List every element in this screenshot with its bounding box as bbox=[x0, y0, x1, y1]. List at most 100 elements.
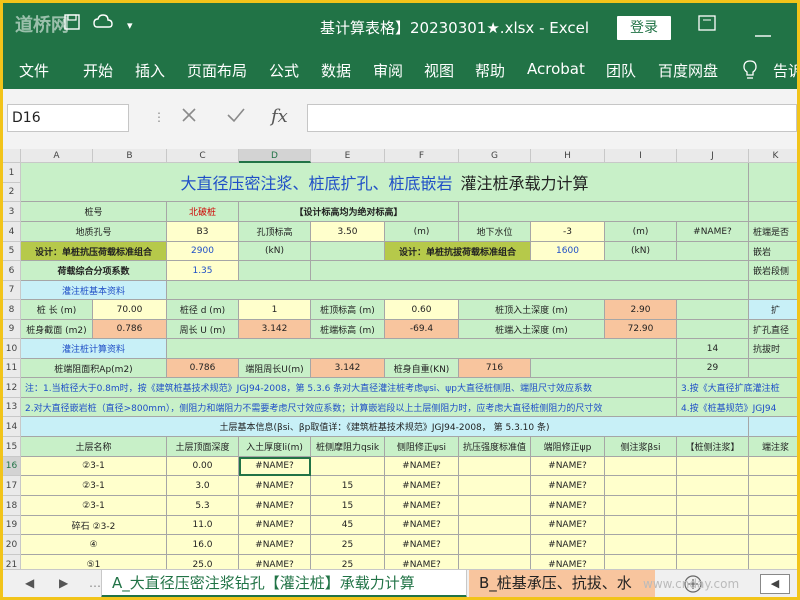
table-row-friction[interactable]: 45 bbox=[311, 516, 385, 535]
table-row-name[interactable]: ②3-1 bbox=[21, 496, 167, 516]
row-header-2[interactable]: 2 bbox=[3, 183, 21, 202]
cloud-sync-icon[interactable] bbox=[93, 13, 113, 35]
cell-pile-end-label[interactable]: 桩端标高 (m) bbox=[311, 320, 385, 339]
cell-row6-blank[interactable] bbox=[311, 261, 749, 281]
cell-pile-dia-value[interactable]: 1 bbox=[239, 300, 311, 320]
cell-j11[interactable]: 29 bbox=[677, 359, 749, 378]
menu-file[interactable]: 文件 bbox=[19, 60, 49, 81]
cell-pile-end-value[interactable]: -69.4 bbox=[385, 320, 459, 339]
cell-end-depth-label[interactable]: 桩端入土深度 (m) bbox=[459, 320, 605, 339]
column-header-c[interactable]: C bbox=[167, 149, 239, 163]
row-header-4[interactable]: 4 bbox=[3, 222, 21, 242]
cell-pile-top-value[interactable]: 0.60 bbox=[385, 300, 459, 320]
table-row-psi[interactable]: #NAME? bbox=[385, 496, 459, 516]
cell-basic-data-header[interactable]: 灌注桩基本资料 bbox=[21, 281, 167, 300]
tab-sheet-a[interactable]: A_大直径压密注浆钻孔【灌注桩】承载力计算 bbox=[101, 570, 467, 597]
table-header-3[interactable]: 桩侧摩阻力qsik bbox=[311, 437, 385, 457]
column-header-e[interactable]: E bbox=[311, 149, 385, 163]
table-header-2[interactable]: 入土厚度li(m) bbox=[239, 437, 311, 457]
table-row-psp[interactable]: #NAME? bbox=[531, 496, 605, 516]
cell-end-depth-value[interactable]: 72.90 bbox=[605, 320, 677, 339]
minimize-icon[interactable] bbox=[755, 23, 771, 42]
column-header-d[interactable]: D bbox=[239, 149, 311, 163]
table-row-psi[interactable]: #NAME? bbox=[385, 457, 459, 476]
cell-compression-label[interactable]: 设计：单桩抗压荷载标准组合 bbox=[21, 242, 167, 261]
cell-k14[interactable] bbox=[749, 417, 797, 437]
restore-icon[interactable] bbox=[698, 15, 716, 35]
cell-load-factor-label[interactable]: 荷载综合分项系数 bbox=[21, 261, 167, 281]
table-row-beta-si[interactable] bbox=[605, 555, 677, 569]
cell-tip-area-label[interactable]: 桩端阻面积Ap(m2) bbox=[21, 359, 167, 378]
table-row-friction[interactable]: 25 bbox=[311, 535, 385, 555]
cell-borehole-label[interactable]: 地质孔号 bbox=[21, 222, 167, 242]
cell-k4[interactable]: 桩端是否 bbox=[749, 222, 797, 242]
menu-baidu-netdisk[interactable]: 百度网盘 bbox=[658, 60, 718, 81]
table-row-depth[interactable]: 5.3 bbox=[167, 496, 239, 516]
table-row-friction[interactable] bbox=[311, 457, 385, 476]
row-header-12[interactable]: 12 bbox=[3, 378, 21, 398]
menu-data[interactable]: 数据 bbox=[321, 60, 351, 81]
lightbulb-icon[interactable] bbox=[741, 59, 759, 85]
table-row-depth[interactable]: 3.0 bbox=[167, 476, 239, 496]
row-header-10[interactable]: 10 bbox=[3, 339, 21, 359]
row-header-3[interactable]: 3 bbox=[3, 202, 21, 222]
login-button[interactable]: 登录 bbox=[617, 16, 671, 40]
table-row-depth[interactable]: 25.0 bbox=[167, 555, 239, 569]
table-row-beta-si[interactable] bbox=[605, 496, 677, 516]
select-all-corner[interactable] bbox=[3, 149, 21, 163]
selected-cell-d16[interactable]: #NAME? bbox=[239, 457, 311, 476]
menu-insert[interactable]: 插入 bbox=[135, 60, 165, 81]
cell-j5[interactable] bbox=[677, 242, 749, 261]
row-header-19[interactable]: 19 bbox=[3, 516, 21, 535]
sheet-title[interactable]: 大直径压密注浆、桩底扩孔、桩底嵌岩 灌注桩承载力计算 bbox=[21, 163, 749, 202]
cell-pile-length-value[interactable]: 70.00 bbox=[93, 300, 167, 320]
row-header-14[interactable]: 14 bbox=[3, 417, 21, 437]
cell-k7[interactable] bbox=[749, 281, 797, 300]
row-header-5[interactable]: 5 bbox=[3, 242, 21, 261]
cell-j10[interactable]: 14 bbox=[677, 339, 749, 359]
insert-function-button[interactable]: fx bbox=[271, 106, 288, 127]
cell-hole-top-label[interactable]: 孔顶标高 bbox=[239, 222, 311, 242]
table-row-psi[interactable]: #NAME? bbox=[385, 535, 459, 555]
cell-soil-info-header[interactable]: 土层基本信息(βsi、βp取值详：《建筑桩基技术规范》JGJ94-2008， 第… bbox=[21, 417, 749, 437]
table-row-depth[interactable]: 0.00 bbox=[167, 457, 239, 476]
table-row-name[interactable]: 碎石 ②3-2 bbox=[21, 516, 167, 535]
table-row-end-grout[interactable] bbox=[749, 535, 797, 555]
cell-uplift-label[interactable]: 设计：单桩抗拔荷载标准组合 bbox=[385, 242, 531, 261]
cell-top-depth-label[interactable]: 桩顶入土深度 (m) bbox=[459, 300, 605, 320]
cell-d6[interactable] bbox=[239, 261, 311, 281]
table-row-psi[interactable]: #NAME? bbox=[385, 476, 459, 496]
table-header-4[interactable]: 侧阻修正ψsi bbox=[385, 437, 459, 457]
table-row-beta-si[interactable] bbox=[605, 535, 677, 555]
cell-unit-m-2[interactable]: (m) bbox=[605, 222, 677, 242]
column-header-g[interactable]: G bbox=[459, 149, 531, 163]
column-header-f[interactable]: F bbox=[385, 149, 459, 163]
table-row-name[interactable]: ⑤1 bbox=[21, 555, 167, 569]
table-row-name[interactable]: ④ bbox=[21, 535, 167, 555]
cell-note-3[interactable]: 3.按《大直径扩底灌注桩 bbox=[677, 378, 797, 398]
cell-e5[interactable] bbox=[311, 242, 385, 261]
cell-section-label[interactable]: 桩身截面 (m2) bbox=[21, 320, 93, 339]
table-header-9[interactable]: 端注浆 bbox=[749, 437, 797, 457]
table-row-side-grout[interactable] bbox=[677, 555, 749, 569]
cell-calc-data-header[interactable]: 灌注桩计算资料 bbox=[21, 339, 167, 359]
table-row-psp[interactable]: #NAME? bbox=[531, 555, 605, 569]
column-header-j[interactable]: J bbox=[677, 149, 749, 163]
cell-j4[interactable]: #NAME? bbox=[677, 222, 749, 242]
table-row-depth[interactable]: 16.0 bbox=[167, 535, 239, 555]
column-header-k[interactable]: K bbox=[749, 149, 797, 163]
row-header-15[interactable]: 15 bbox=[3, 437, 21, 457]
table-row-strength[interactable] bbox=[459, 476, 531, 496]
table-header-0[interactable]: 土层名称 bbox=[21, 437, 167, 457]
cell-top-depth-value[interactable]: 2.90 bbox=[605, 300, 677, 320]
table-row-thickness[interactable]: #NAME? bbox=[239, 516, 311, 535]
table-row-psp[interactable]: #NAME? bbox=[531, 457, 605, 476]
tab-sheet-b[interactable]: B_桩基承压、抗拔、水 bbox=[469, 570, 655, 597]
cell-pile-top-label[interactable]: 桩顶标高 (m) bbox=[311, 300, 385, 320]
cell-pile-number-label[interactable]: 桩号 bbox=[21, 202, 167, 222]
cell-k9[interactable]: 扩孔直径 bbox=[749, 320, 797, 339]
cell-k5[interactable]: 嵌岩 bbox=[749, 242, 797, 261]
menu-home[interactable]: 开始 bbox=[83, 60, 113, 81]
table-row-psp[interactable]: #NAME? bbox=[531, 535, 605, 555]
table-row-end-grout[interactable] bbox=[749, 496, 797, 516]
